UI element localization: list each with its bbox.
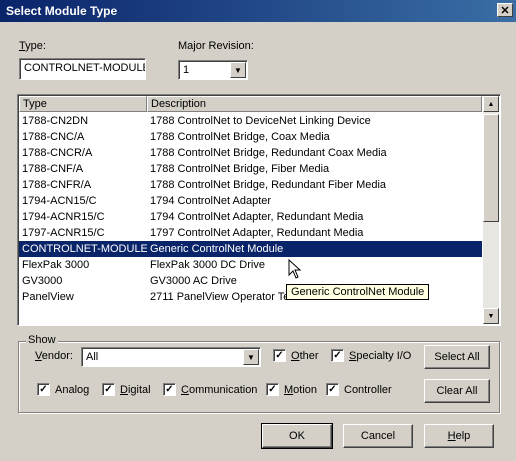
scroll-up-arrow-icon[interactable]: ▲ [483,96,499,112]
communication-checkbox[interactable]: ✓ Communication [163,383,257,396]
cancel-button[interactable]: Cancel [343,424,413,448]
module-type-cell: 1794-ACN15/C [22,195,97,207]
major-revision-value: 1 [183,64,190,76]
module-type-cell: 1788-CNCR/A [22,147,93,159]
list-item[interactable]: 1794-ACNR15/C 1794 ControlNet Adapter, Re… [19,209,482,225]
module-type-cell: CONTROLNET-MODULE [22,243,147,255]
motion-checkbox[interactable]: ✓ Motion [266,383,317,396]
other-label: Other [291,349,319,362]
ok-button[interactable]: OK [261,423,333,449]
list-item[interactable]: 1788-CNCR/A 1788 ControlNet Bridge, Redun… [19,145,482,161]
digital-label: Digital [120,383,151,396]
module-type-cell: GV3000 [22,275,63,287]
module-description-cell: 1797 ControlNet Adapter, Redundant Media [150,227,364,239]
vendor-label: Vendor: [35,350,73,362]
chevron-down-icon[interactable]: ▼ [243,349,259,365]
checkmark-icon[interactable]: ✓ [37,383,50,396]
window-title: Select Module Type [6,4,118,18]
module-description-cell: 1788 ControlNet Bridge, Redundant Fiber … [150,179,387,191]
module-description-cell: 1794 ControlNet Adapter [150,195,272,207]
list-item-selected[interactable]: CONTROLNET-MODULE Generic ControlNet Modu… [19,241,482,257]
motion-label: Motion [284,383,318,396]
digital-checkbox[interactable]: ✓ Digital [102,383,151,396]
list-item[interactable]: 1788-CNFR/A 1788 ControlNet Bridge, Redun… [19,177,482,193]
chevron-down-icon[interactable]: ▼ [230,62,246,78]
other-checkbox[interactable]: ✓ Other [273,349,319,362]
module-type-cell: 1788-CNF/A [22,163,84,175]
list-item[interactable]: 1788-CNC/A 1788 ControlNet Bridge, Coax M… [19,129,482,145]
title-bar[interactable]: Select Module Type ✕ [0,0,516,22]
specialty-io-checkbox[interactable]: ✓ Specialty I/O [331,349,411,362]
module-description-cell: 1788 ControlNet Bridge, Fiber Media [150,163,330,175]
major-revision-dropdown[interactable]: 1 ▼ [178,60,248,80]
specialty-io-label: Specialty I/O [349,349,412,362]
module-type-cell: 1794-ACNR15/C [22,211,105,223]
select-all-button[interactable]: Select All [424,345,490,369]
column-header-type[interactable]: Type [19,96,147,112]
analog-checkbox[interactable]: ✓ Analog [37,383,89,396]
close-button[interactable]: ✕ [497,3,513,17]
cancel-label: Cancel [360,430,396,442]
controller-checkbox[interactable]: ✓ Controller [326,383,392,396]
clear-all-button[interactable]: Clear All [424,379,490,403]
ok-label: OK [289,430,305,442]
list-header: Type Description [19,96,482,112]
checkmark-icon[interactable]: ✓ [102,383,115,396]
vendor-value: All [86,351,99,363]
module-type-cell: 1788-CNC/A [22,131,85,143]
module-description-cell: FlexPak 3000 DC Drive [150,259,265,271]
vertical-scrollbar[interactable]: ▲ ▼ [483,96,499,324]
vendor-dropdown[interactable]: All ▼ [81,347,261,367]
module-type-cell: FlexPak 3000 [22,259,90,271]
module-type-cell: PanelView [22,291,74,303]
type-field[interactable]: CONTROLNET-MODULE [19,58,146,80]
list-item[interactable]: 1797-ACNR15/C 1797 ControlNet Adapter, Re… [19,225,482,241]
scroll-down-arrow-icon[interactable]: ▼ [483,308,499,324]
list-item[interactable]: 1794-ACN15/C 1794 ControlNet Adapter [19,193,482,209]
list-rows: 1788-CN2DN 1788 ControlNet to DeviceNet L… [19,113,482,305]
module-type-cell: 1788-CN2DN [22,115,89,127]
module-description-cell: 1788 ControlNet Bridge, Coax Media [150,131,330,143]
type-label: Type: [19,40,46,52]
checkmark-icon[interactable]: ✓ [273,349,286,362]
list-item[interactable]: FlexPak 3000 FlexPak 3000 DC Drive [19,257,482,273]
list-item[interactable]: 1788-CNF/A 1788 ControlNet Bridge, Fiber … [19,161,482,177]
select-all-label: Select All [434,351,480,363]
major-revision-label: Major Revision: [178,40,254,52]
help-button[interactable]: Help [424,424,494,448]
close-icon: ✕ [500,4,510,17]
help-label: Help [447,430,471,442]
show-group-label: Show [26,334,58,346]
checkmark-icon[interactable]: ✓ [331,349,344,362]
module-type-cell: 1797-ACNR15/C [22,227,105,239]
tooltip: Generic ControlNet Module [286,284,430,300]
controller-label: Controller [344,383,392,396]
select-module-type-dialog: Select Module Type ✕ Type: CONTROLNET-MO… [0,0,516,461]
scrollbar-thumb[interactable] [483,114,499,222]
communication-label: Communication [181,383,258,396]
checkmark-icon[interactable]: ✓ [266,383,279,396]
checkmark-icon[interactable]: ✓ [163,383,176,396]
module-description-cell: 1788 ControlNet Bridge, Redundant Coax M… [150,147,387,159]
mouse-pointer-icon [288,259,302,279]
module-description-cell: Generic ControlNet Module [150,243,284,255]
module-type-cell: 1788-CNFR/A [22,179,92,191]
clear-all-label: Clear All [436,385,478,397]
module-description-cell: 1794 ControlNet Adapter, Redundant Media [150,211,364,223]
list-item[interactable]: 1788-CN2DN 1788 ControlNet to DeviceNet L… [19,113,482,129]
column-header-description[interactable]: Description [147,96,482,112]
checkmark-icon[interactable]: ✓ [326,383,339,396]
analog-label: Analog [55,383,90,396]
module-description-cell: 1788 ControlNet to DeviceNet Linking Dev… [150,115,371,127]
